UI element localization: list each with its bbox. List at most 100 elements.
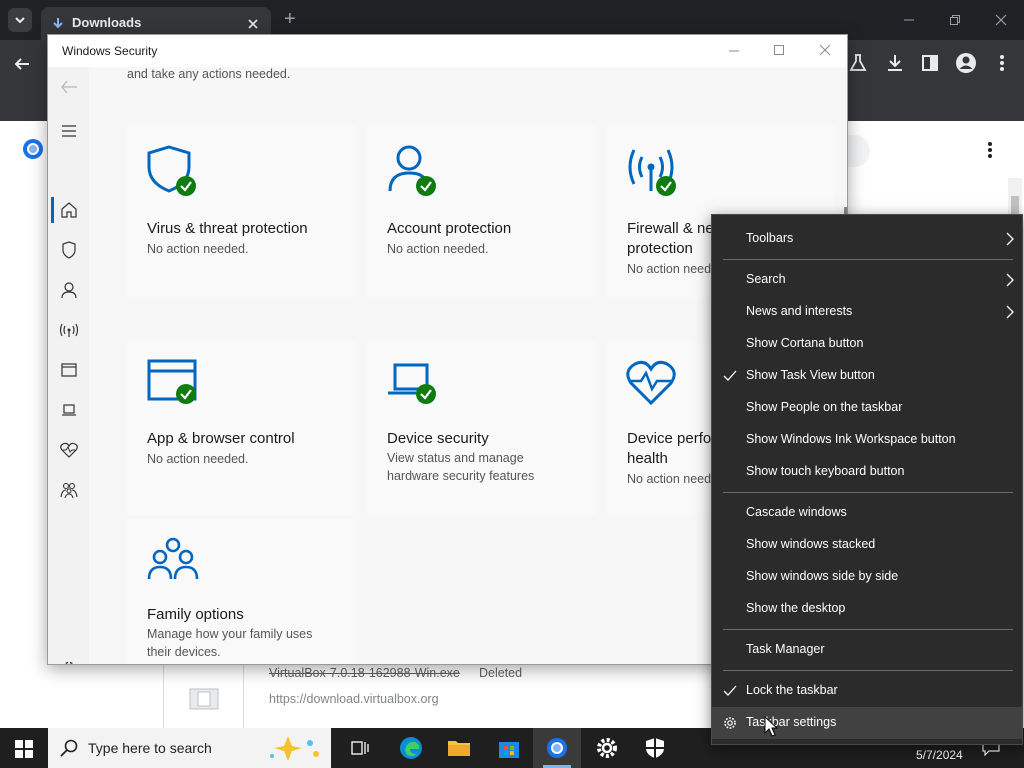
menu-label: Show People on the taskbar (746, 400, 903, 414)
more-menu-icon[interactable] (995, 53, 1009, 73)
home-icon[interactable] (59, 200, 79, 220)
scrollbar-thumb[interactable] (1011, 196, 1019, 216)
tile-title: Family options (147, 606, 244, 623)
windows-security-shield-icon[interactable] (643, 736, 667, 760)
chevron-right-icon (1006, 232, 1014, 246)
menu-item-news-interests[interactable]: News and interests (712, 296, 1022, 328)
restore-icon[interactable] (949, 14, 961, 26)
menu-item-windows-stacked[interactable]: Show windows stacked (712, 529, 1022, 561)
tile-status: No action need (627, 262, 712, 276)
menu-label: Cascade windows (746, 505, 847, 519)
menu-item-toolbars[interactable]: Toolbars (712, 223, 1022, 255)
tile-virus-threat-protection[interactable]: Virus & threat protection No action need… (127, 123, 355, 297)
person-icon[interactable] (59, 280, 79, 300)
menu-item-show-ink-workspace[interactable]: Show Windows Ink Workspace button (712, 424, 1022, 456)
download-icon[interactable] (885, 53, 905, 73)
settings-gear-icon[interactable] (595, 736, 619, 760)
menu-item-lock-taskbar[interactable]: Lock the taskbar (712, 675, 1022, 707)
checkmark-icon (723, 370, 737, 381)
menu-separator (723, 492, 1013, 493)
heart-icon[interactable] (59, 440, 79, 460)
tab-title: Downloads (72, 15, 142, 30)
tile-description-line1: Manage how your family uses (147, 627, 313, 641)
close-window-icon[interactable] (995, 14, 1007, 26)
menu-item-show-task-view[interactable]: Show Task View button (712, 360, 1022, 392)
hamburger-menu-icon[interactable] (59, 121, 79, 141)
chevron-right-icon (1006, 273, 1014, 287)
menu-label: Show Cortana button (746, 336, 864, 350)
menu-item-show-people[interactable]: Show People on the taskbar (712, 392, 1022, 424)
gear-icon (724, 717, 736, 729)
menu-item-side-by-side[interactable]: Show windows side by side (712, 561, 1022, 593)
chevron-right-icon (1006, 305, 1014, 319)
mouse-cursor-icon (764, 716, 778, 737)
minimize-icon[interactable] (903, 14, 915, 26)
intro-text: and take any actions needed. (127, 67, 291, 81)
navigation-pane (48, 67, 89, 665)
checkmark-icon (723, 685, 737, 696)
back-arrow-icon[interactable] (59, 77, 79, 97)
browser-window-icon[interactable] (59, 360, 79, 380)
tile-description-line2: their devices. (147, 645, 221, 659)
menu-item-cascade-windows[interactable]: Cascade windows (712, 497, 1022, 529)
menu-item-search[interactable]: Search (712, 264, 1022, 296)
taskbar-chrome-active[interactable] (533, 728, 581, 768)
microsoft-store-icon[interactable] (497, 736, 521, 760)
menu-item-show-touch-keyboard[interactable]: Show touch keyboard button (712, 456, 1022, 488)
family-icon[interactable] (59, 480, 79, 500)
menu-label: Show the desktop (746, 601, 846, 615)
tile-family-options[interactable]: Family options Manage how your family us… (127, 519, 355, 664)
more-actions-icon[interactable] (983, 140, 997, 160)
gear-icon[interactable] (59, 659, 79, 665)
download-status: Deleted (479, 666, 523, 680)
download-icon (53, 18, 63, 29)
tile-description-line2: hardware security features (387, 469, 535, 483)
download-url[interactable]: https://download.virtualbox.org (269, 692, 439, 706)
back-arrow-icon[interactable] (12, 54, 32, 74)
maximize-icon[interactable] (773, 44, 785, 56)
tile-status: No action need (627, 472, 712, 486)
side-panel-icon[interactable] (921, 53, 939, 73)
tile-account-protection[interactable]: Account protection No action needed. (367, 123, 595, 297)
labs-flask-icon[interactable] (849, 53, 867, 73)
tile-device-security[interactable]: Device security View status and manage h… (367, 341, 595, 515)
tab-search-button[interactable] (8, 8, 32, 32)
task-view-icon[interactable] (350, 738, 370, 758)
tile-title-line2: health (627, 450, 668, 467)
close-icon[interactable] (819, 44, 831, 56)
new-tab-button[interactable]: + (284, 8, 296, 31)
menu-label: News and interests (746, 304, 853, 318)
laptop-icon[interactable] (59, 400, 79, 420)
tile-title: Device security (387, 430, 489, 447)
menu-label: Toolbars (746, 231, 794, 245)
taskbar-context-menu: Toolbars Search News and interests Show … (711, 214, 1023, 745)
menu-item-task-manager[interactable]: Task Manager (712, 634, 1022, 666)
minimize-icon[interactable] (728, 45, 740, 57)
nav-selection-indicator (51, 197, 54, 223)
close-tab-icon[interactable] (247, 18, 259, 30)
menu-separator (723, 259, 1013, 260)
system-clock-date[interactable]: 5/7/2024 (916, 748, 963, 762)
chrome-logo-icon (23, 139, 43, 159)
antenna-icon[interactable] (59, 320, 79, 340)
chevron-down-icon (15, 17, 25, 24)
windows-start-icon[interactable] (15, 740, 33, 758)
profile-avatar-icon[interactable] (955, 52, 977, 74)
file-icon (189, 688, 219, 710)
tile-app-browser-control[interactable]: App & browser control No action needed. (127, 341, 355, 515)
menu-item-show-cortana[interactable]: Show Cortana button (712, 328, 1022, 360)
heart-icon (626, 360, 676, 406)
taskbar-search-box[interactable]: Type here to search (48, 728, 331, 768)
edge-browser-icon[interactable] (399, 736, 423, 760)
shield-icon[interactable] (59, 240, 79, 260)
family-icon (147, 537, 199, 580)
menu-item-taskbar-settings[interactable]: Taskbar settings (712, 707, 1022, 739)
window-titlebar: Windows Security (48, 35, 847, 67)
download-filename[interactable]: VirtualBox-7.0.18-162988-Win.exe (269, 666, 460, 680)
green-check-badge-icon (416, 176, 436, 196)
green-check-badge-icon (176, 176, 196, 196)
menu-item-show-desktop[interactable]: Show the desktop (712, 593, 1022, 625)
tile-status: No action needed. (147, 242, 249, 256)
file-explorer-icon[interactable] (447, 736, 471, 760)
menu-label: Show windows side by side (746, 569, 899, 583)
